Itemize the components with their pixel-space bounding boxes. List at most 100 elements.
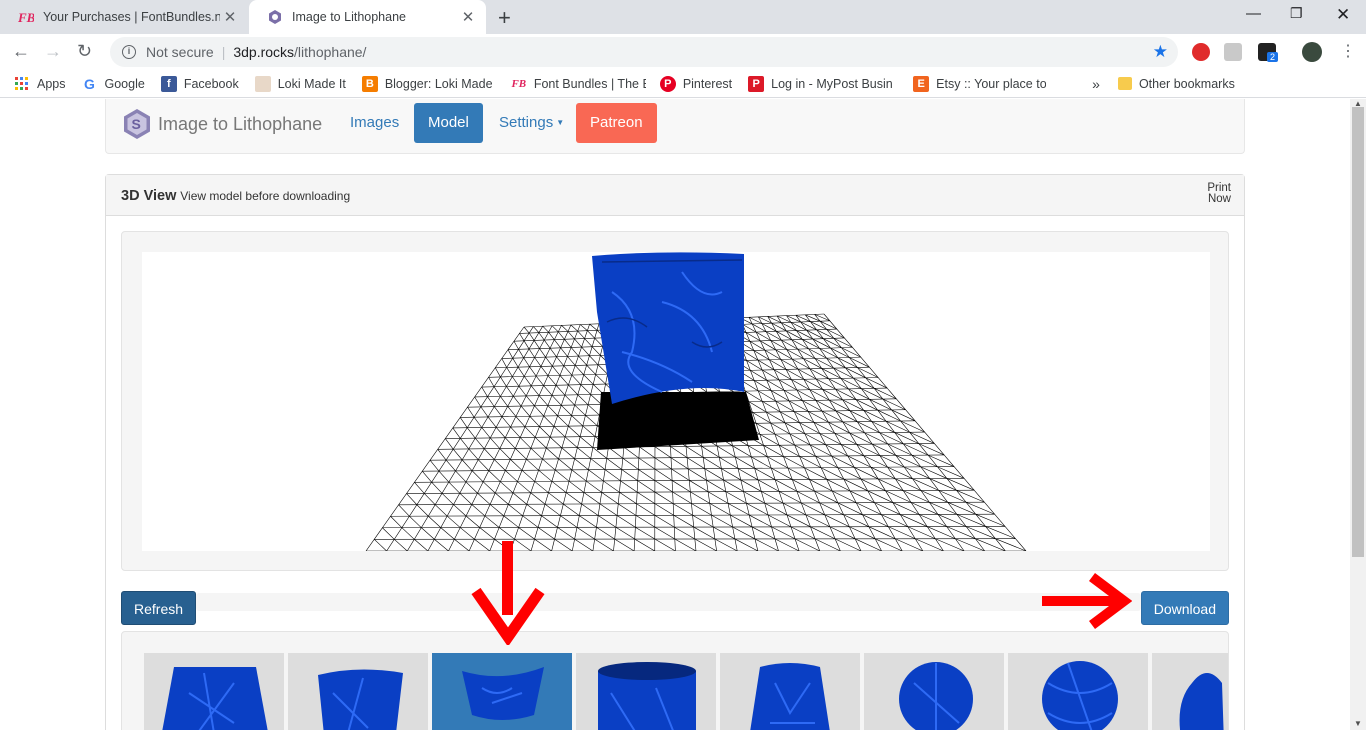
shape-cylinder[interactable] [576,653,716,730]
close-icon[interactable]: ✕ [220,8,240,26]
page-scrollbar[interactable]: ▲ ▼ [1350,99,1366,730]
url-text: 3dp.rocks/lithophane/ [233,44,366,60]
blogger-icon: B [361,75,378,92]
window-close-icon[interactable]: ✕ [1336,5,1350,25]
3d-model-canvas[interactable] [142,252,1210,551]
bookmark-label: Apps [37,76,66,91]
security-label: Not secure [146,44,214,60]
panel-heading: 3D View View model before downloading Pr… [106,175,1244,216]
reload-icon[interactable]: ↻ [77,41,92,62]
svg-text:FB: FB [18,10,34,25]
lithophane-model [592,252,744,404]
bookmark-pinterest[interactable]: P Pinterest [659,75,733,92]
bookmark-label: Blogger: Loki Made It [384,76,497,91]
close-icon[interactable]: ✕ [458,8,478,26]
back-icon[interactable]: ← [12,41,30,62]
bookmark-fontbundles[interactable]: FB Font Bundles | The Be [511,76,646,92]
extension-grey-icon[interactable] [1224,43,1242,61]
lithophane-logo-icon: S [124,109,150,139]
url-path: /lithophane/ [294,44,367,60]
bookmark-apps[interactable]: Apps [14,76,66,92]
panel-title: 3D View View model before downloading [121,187,350,204]
bookmark-label: Other bookmarks [1138,76,1235,91]
fontbundles-icon: FB [511,77,527,90]
info-icon[interactable]: i [122,45,136,59]
shape-outer-curve[interactable] [288,653,428,730]
red-arrow-down-icon [471,541,545,645]
facebook-icon: f [160,75,177,92]
bookmark-facebook[interactable]: f Facebook [160,75,239,92]
bookmark-label: Log in - MyPost Busin [771,76,893,91]
forward-icon[interactable]: → [44,41,62,62]
svg-text:S: S [132,116,141,132]
tab-title: Your Purchases | FontBundles.net [43,10,220,24]
progress-track [196,593,1141,611]
mypost-icon: P [748,75,765,92]
address-bar[interactable]: i Not secure | 3dp.rocks/lithophane/ ★ [110,37,1178,67]
download-button[interactable]: Download [1140,591,1229,625]
url-host: 3dp.rocks [233,44,295,60]
bookmark-star-icon[interactable]: ★ [1153,42,1168,62]
page-content: S Image to Lithophane Images Model Setti… [0,99,1350,730]
extension-badge: 2 [1267,52,1279,62]
tab-lithophane[interactable]: Image to Lithophane ✕ [249,0,486,34]
brand-title: Image to Lithophane [158,113,323,134]
browser-toolbar: ← → ↻ i Not secure | 3dp.rocks/lithophan… [0,34,1366,70]
tab-title: Image to Lithophane [292,10,406,24]
bookmark-google[interactable]: G Google [82,76,145,92]
nav-model[interactable]: Model [414,103,483,143]
new-tab-icon[interactable]: + [498,5,511,31]
apps-icon [14,76,30,92]
3d-view-panel: 3D View View model before downloading Pr… [105,174,1245,730]
folder-icon [1117,77,1132,90]
tab-fontbundles[interactable]: FB Your Purchases | FontBundles.net ✕ [0,0,248,34]
brand[interactable]: S Image to Lithophane [122,108,322,140]
panel-title-strong: 3D View [121,188,177,204]
bookmark-label: Pinterest [682,76,733,91]
bookmarks-bar: Apps G Google f Facebook Loki Made It B … [0,70,1366,98]
viewer-well [121,231,1229,571]
etsy-icon: E [913,75,930,92]
bookmark-blogger[interactable]: B Blogger: Loki Made It [361,75,497,92]
shape-globe[interactable] [1008,653,1148,730]
other-bookmarks[interactable]: Other bookmarks [1117,76,1235,91]
bookmark-label: Etsy :: Your place to b [936,76,1047,91]
bookmark-label: Font Bundles | The Be [533,76,646,91]
3d-viewport[interactable] [142,252,1210,551]
pinterest-icon: P [659,75,676,92]
divider: | [221,44,226,60]
red-arrow-right-icon [1042,573,1132,629]
loki-icon [254,75,271,92]
caret-down-icon: ▼ [556,118,565,128]
settings-label: Settings [499,114,554,131]
bookmark-label: Facebook [183,76,239,91]
panel-subtitle: View model before downloading [180,189,351,203]
refresh-button[interactable]: Refresh [121,591,197,625]
nav-patreon[interactable]: Patreon [576,103,657,143]
bookmark-label: Loki Made It [277,76,346,91]
print-now-link[interactable]: Print Now [1191,182,1231,205]
bookmarks-overflow[interactable]: » [1092,76,1100,92]
browser-tab-strip: FB Your Purchases | FontBundles.net ✕ Im… [0,0,1366,34]
avatar[interactable] [1302,42,1322,62]
bookmark-mypost[interactable]: P Log in - MyPost Busin [748,75,899,92]
shape-lampshade[interactable] [720,653,860,730]
shape-heart[interactable] [1152,653,1228,730]
scrollbar-thumb[interactable] [1352,107,1364,557]
lithophane-icon [267,9,283,25]
extension-red-icon[interactable] [1192,43,1210,61]
shape-sphere[interactable] [864,653,1004,730]
menu-icon[interactable]: ⋮ [1340,41,1356,61]
scroll-down-icon[interactable]: ▼ [1354,719,1362,728]
shape-inner-curve[interactable] [432,653,572,730]
bookmark-label: Google [104,76,145,91]
bookmark-etsy[interactable]: E Etsy :: Your place to b [913,75,1047,92]
nav-settings[interactable]: Settings ▼ [485,103,578,143]
site-navbar: S Image to Lithophane Images Model Setti… [105,99,1245,154]
shape-flat-plane[interactable] [144,653,284,730]
restore-icon[interactable]: ❐ [1290,5,1303,22]
fontbundles-icon: FB [18,9,34,25]
minimize-icon[interactable]: — [1246,5,1261,22]
bookmark-loki[interactable]: Loki Made It [254,75,346,92]
nav-images[interactable]: Images [336,103,413,143]
